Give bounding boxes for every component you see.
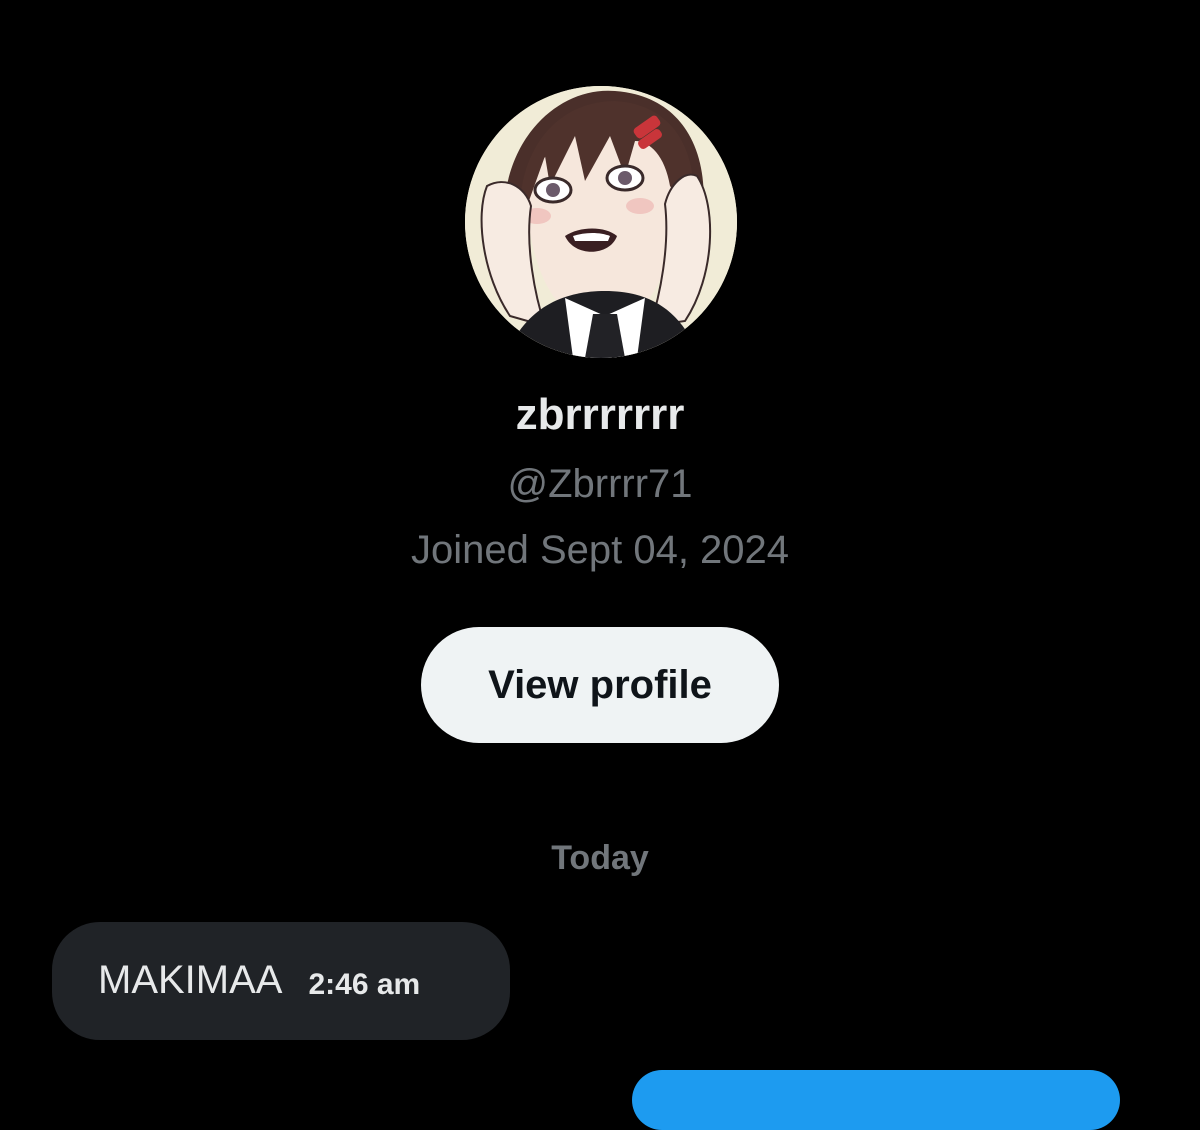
profile-handle: @Zbrrrr71	[507, 462, 693, 506]
profile-avatar[interactable]	[465, 86, 737, 358]
message-text: MAKIMAA	[98, 958, 283, 1002]
profile-joined-date: Joined Sept 04, 2024	[410, 528, 790, 572]
profile-display-name: zbrrrrrrr	[515, 390, 685, 439]
date-divider: Today	[551, 839, 649, 877]
message-timestamp: 2:46 am	[308, 968, 421, 1001]
received-message-bubble[interactable]: MAKIMAA 2:46 am	[52, 922, 510, 1040]
sent-message-bubble[interactable]	[632, 1070, 1120, 1130]
anime-character-avatar-icon	[465, 86, 737, 358]
view-profile-button[interactable]: View profile	[421, 627, 779, 743]
